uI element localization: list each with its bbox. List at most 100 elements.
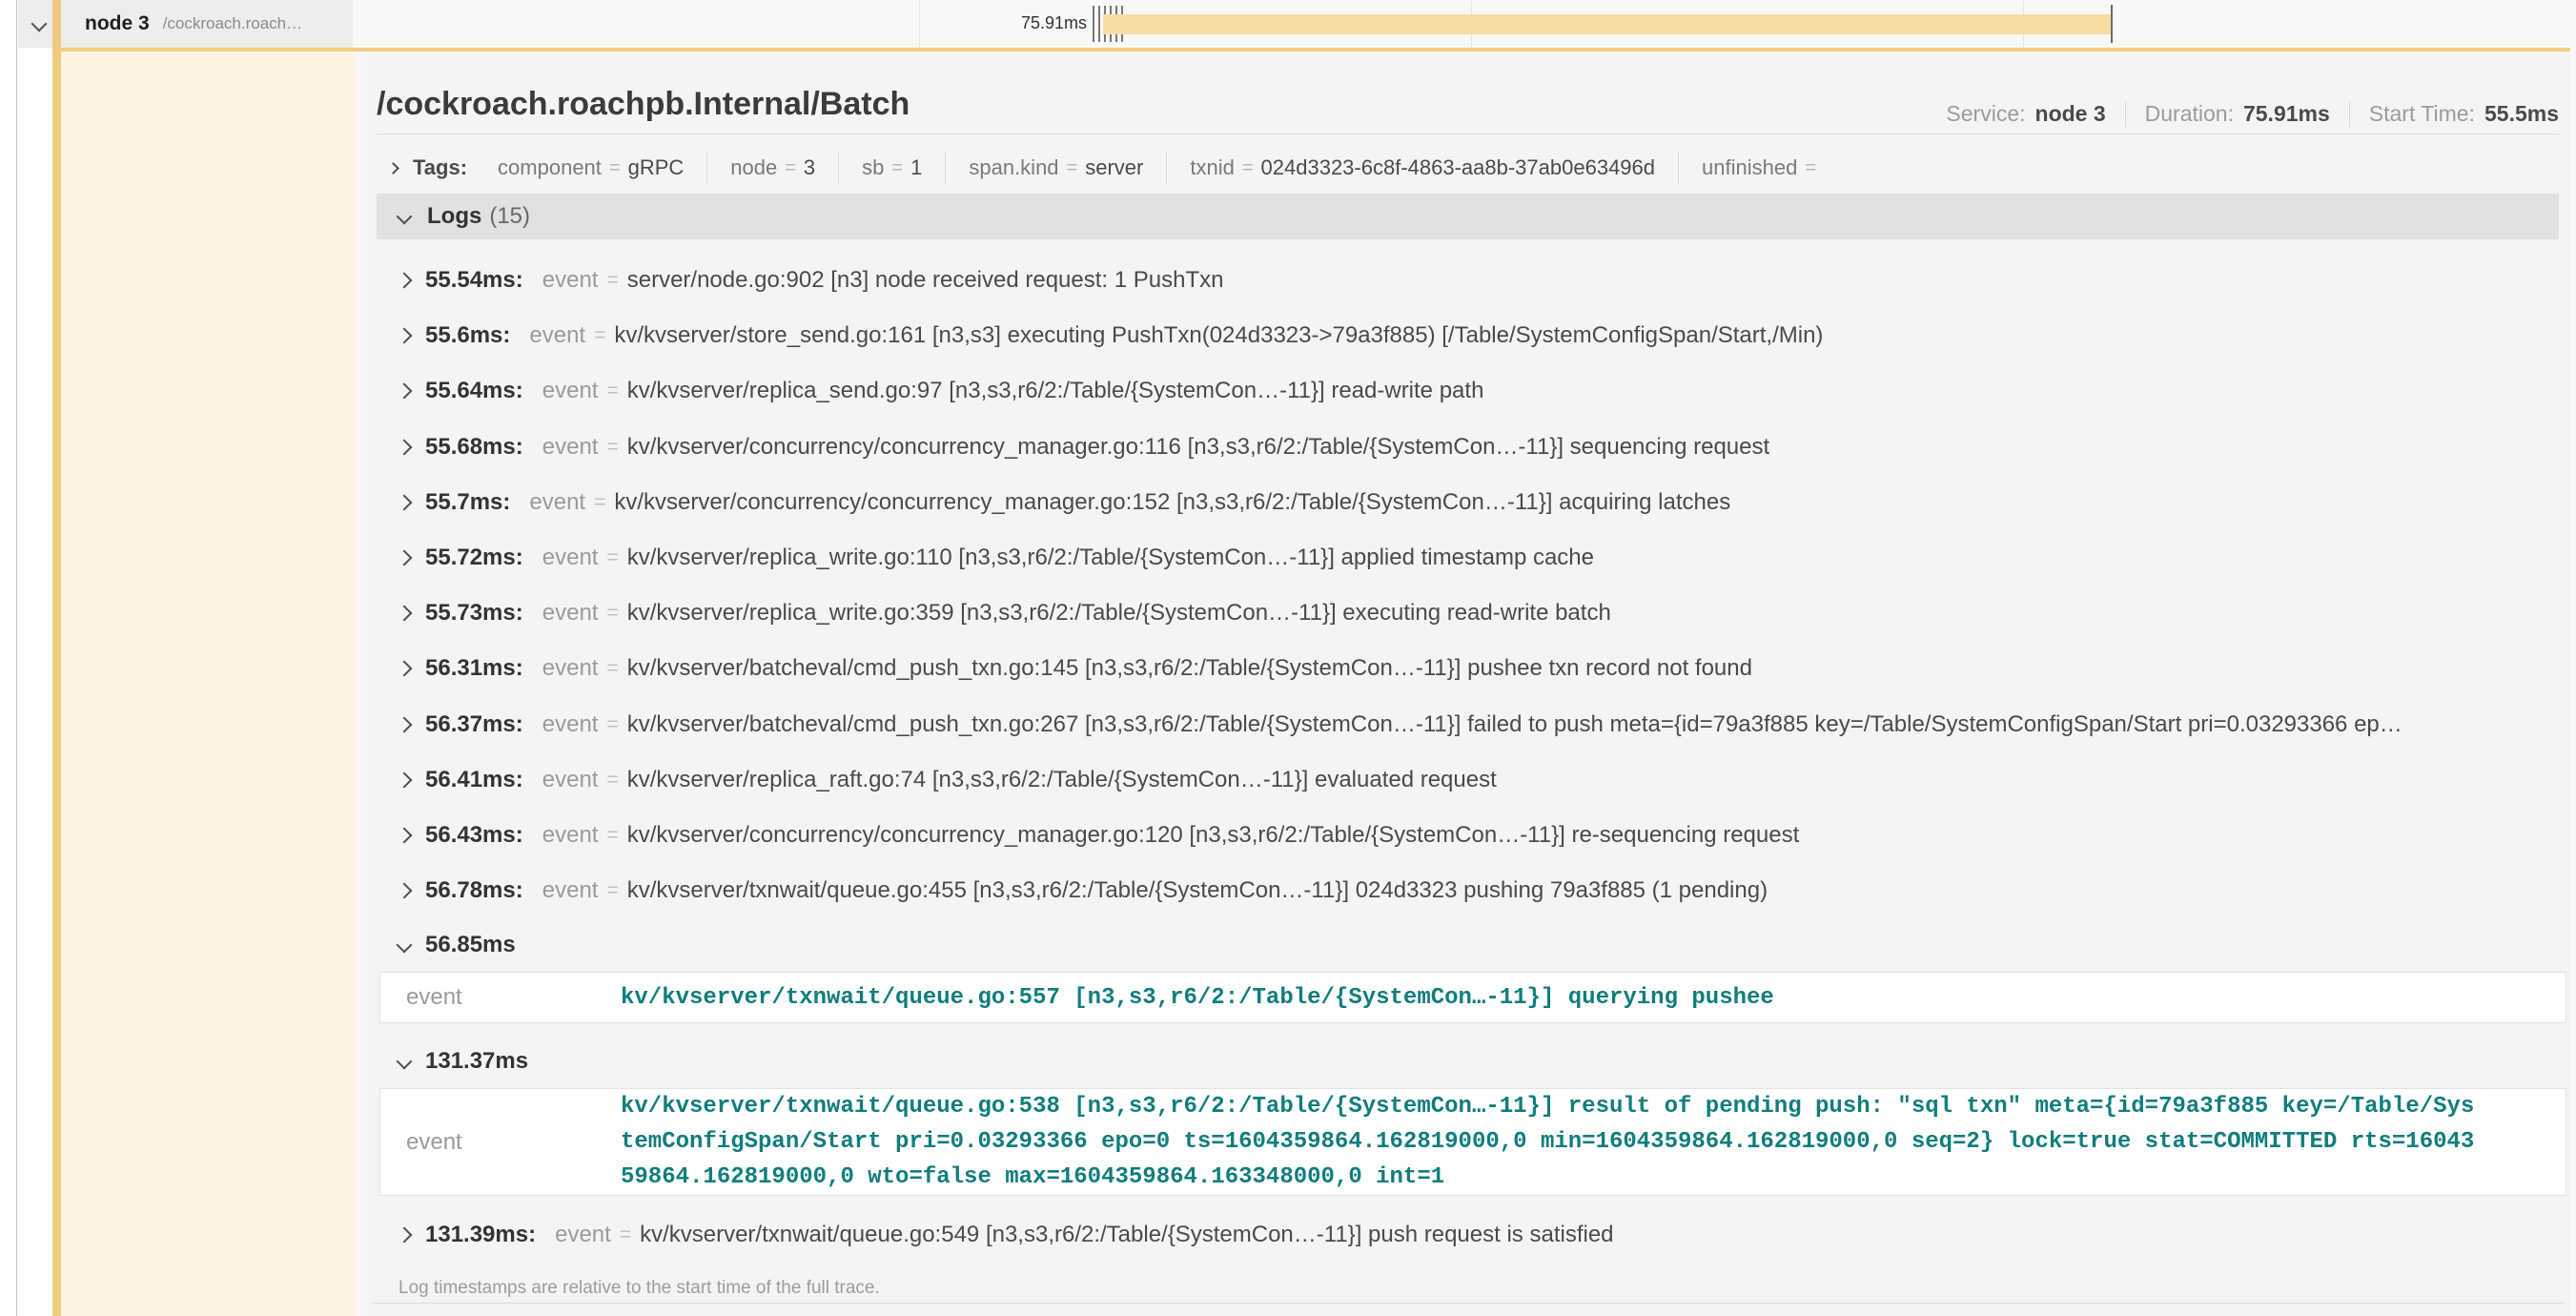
tag-item[interactable]: unfinished =: [1678, 152, 1847, 184]
chevron-right-icon: [397, 661, 413, 677]
equals-sign: =: [606, 269, 618, 292]
equals-sign: =: [606, 824, 618, 847]
equals-sign: =: [606, 436, 618, 459]
equals-sign: =: [606, 713, 618, 736]
logs-footer-note: Log timestamps are relative to the start…: [379, 1278, 2566, 1299]
log-message: kv/kvserver/txnwait/queue.go:549 [n3,s3,…: [640, 1222, 1613, 1248]
duration-label: Duration:: [2145, 101, 2234, 127]
tag-item[interactable]: node = 3: [706, 152, 838, 184]
log-message: kv/kvserver/replica_write.go:110 [n3,s3,…: [627, 545, 1594, 571]
log-message: kv/kvserver/concurrency/concurrency_mana…: [627, 822, 1800, 849]
log-entry-expanded: 56.85ms event kv/kvserver/txnwait/queue.…: [379, 918, 2566, 1023]
tag-value: server: [1085, 155, 1143, 180]
log-field-value: kv/kvserver/txnwait/queue.go:538 [n3,s3,…: [621, 1089, 2480, 1195]
log-row[interactable]: 55.54ms: event = server/node.go:902 [n3]…: [379, 253, 2566, 308]
log-row[interactable]: 55.73ms: event = kv/kvserver/replica_wri…: [379, 586, 2566, 641]
left-gutter: [0, 0, 52, 1316]
service-value: node 3: [2035, 101, 2106, 127]
log-message: server/node.go:902 [n3] node received re…: [627, 267, 1224, 294]
tags-section-toggle[interactable]: Tags: component = gRPC node = 3 sb = 1 s…: [389, 151, 1847, 185]
log-timestamp: 55.64ms:: [425, 378, 523, 404]
gutter-divider-line: [16, 0, 17, 1316]
span-operation-name: /cockroach.roach…: [163, 14, 302, 33]
chevron-right-icon: [397, 273, 413, 289]
log-row[interactable]: 55.72ms: event = kv/kvserver/replica_wri…: [379, 530, 2566, 586]
log-row-expanded-toggle[interactable]: 56.85ms: [379, 918, 2566, 972]
timeline-gridline: [919, 0, 920, 48]
service-label: Service:: [1946, 101, 2025, 127]
log-field-key: event: [542, 267, 599, 294]
equals-sign: =: [620, 1223, 631, 1246]
equals-sign: =: [594, 491, 605, 514]
meta-separator: [2125, 102, 2126, 127]
chevron-right-icon: [397, 716, 413, 732]
tag-key: txnid: [1190, 155, 1234, 180]
tag-key: node: [730, 155, 777, 180]
log-row[interactable]: 56.31ms: event = kv/kvserver/batcheval/c…: [379, 641, 2566, 696]
tag-value: gRPC: [628, 155, 685, 180]
log-message: kv/kvserver/batcheval/cmd_push_txn.go:14…: [627, 655, 1752, 682]
logs-section-toggle[interactable]: Logs (15): [377, 194, 2559, 239]
log-message: kv/kvserver/store_send.go:161 [n3,s3] ex…: [614, 322, 1823, 349]
log-field-key: event: [542, 545, 599, 571]
chevron-right-icon: [397, 383, 413, 400]
log-row[interactable]: 55.68ms: event = kv/kvserver/concurrency…: [379, 420, 2566, 475]
tag-item[interactable]: component = gRPC: [475, 152, 706, 184]
tag-value: 1: [910, 155, 922, 180]
log-row[interactable]: 131.39ms: event = kv/kvserver/txnwait/qu…: [379, 1207, 2566, 1263]
chevron-right-icon: [397, 328, 413, 344]
log-row[interactable]: 55.7ms: event = kv/kvserver/concurrency/…: [379, 475, 2566, 530]
chevron-down-icon: [397, 937, 413, 954]
log-row[interactable]: 56.78ms: event = kv/kvserver/txnwait/que…: [379, 863, 2566, 918]
span-service-name: node 3: [85, 12, 150, 35]
log-timestamp: 56.43ms:: [425, 822, 523, 849]
chevron-right-icon: [397, 883, 413, 899]
start-time-label: Start Time:: [2369, 101, 2475, 127]
span-detail-title: /cockroach.roachpb.Internal/Batch: [377, 86, 910, 123]
tag-item[interactable]: span.kind = server: [945, 152, 1166, 184]
tag-key: component: [498, 155, 602, 180]
log-timestamp: 131.37ms: [425, 1048, 528, 1075]
log-field-key: event: [542, 655, 599, 682]
chevron-right-icon: [397, 606, 413, 622]
log-row[interactable]: 55.64ms: event = kv/kvserver/replica_sen…: [379, 363, 2566, 419]
log-message: kv/kvserver/concurrency/concurrency_mana…: [627, 434, 1769, 461]
log-timestamp: 55.68ms:: [425, 434, 523, 461]
tag-value: 3: [804, 155, 815, 180]
log-message: kv/kvserver/batcheval/cmd_push_txn.go:26…: [627, 711, 2402, 738]
tag-item[interactable]: sb = 1: [838, 152, 945, 184]
span-detail-meta: Service: node 3 Duration: 75.91ms Start …: [1946, 101, 2559, 127]
log-timestamp: 56.41ms:: [425, 767, 523, 793]
log-row[interactable]: 56.43ms: event = kv/kvserver/concurrency…: [379, 808, 2566, 863]
duration-value: 75.91ms: [2243, 101, 2330, 127]
span-name-cell[interactable]: node 3 /cockroach.roach…: [18, 0, 353, 48]
log-entry-expanded: 131.37ms event kv/kvserver/txnwait/queue…: [379, 1035, 2566, 1196]
tags-list: component = gRPC node = 3 sb = 1 span.ki…: [475, 152, 1847, 184]
log-row[interactable]: 56.37ms: event = kv/kvserver/batcheval/c…: [379, 697, 2566, 752]
log-field-key: event: [555, 1222, 611, 1248]
log-row-expanded-toggle[interactable]: 131.37ms: [379, 1035, 2566, 1088]
tag-item[interactable]: txnid = 024d3323-6c8f-4863-aa8b-37ab0e63…: [1166, 152, 1678, 184]
span-duration-bar[interactable]: [1103, 14, 2112, 34]
equals-sign: =: [1242, 157, 1254, 179]
chevron-right-icon: [397, 1227, 413, 1244]
log-field-key: event: [406, 1129, 621, 1156]
log-timestamp: 55.72ms:: [425, 545, 523, 571]
equals-sign: =: [891, 157, 903, 179]
equals-sign: =: [606, 879, 618, 902]
selected-row-highlight-column: [61, 51, 355, 1316]
log-message: kv/kvserver/replica_raft.go:74 [n3,s3,r6…: [627, 767, 1497, 793]
equals-sign: =: [606, 602, 618, 625]
chevron-right-icon: [397, 771, 413, 788]
span-detail-panel: /cockroach.roachpb.Internal/Batch Servic…: [367, 51, 2570, 1316]
tag-value: 024d3323-6c8f-4863-aa8b-37ab0e63496d: [1261, 155, 1655, 180]
log-timestamp: 56.31ms:: [425, 655, 523, 682]
tag-key: span.kind: [969, 155, 1058, 180]
log-row[interactable]: 55.6ms: event = kv/kvserver/store_send.g…: [379, 308, 2566, 363]
equals-sign: =: [785, 157, 796, 179]
log-row[interactable]: 56.41ms: event = kv/kvserver/replica_raf…: [379, 752, 2566, 808]
log-field-key: event: [542, 600, 599, 627]
log-message: kv/kvserver/replica_send.go:97 [n3,s3,r6…: [627, 378, 1484, 404]
tag-key: unfinished: [1702, 155, 1797, 180]
panel-bottom-divider: [373, 1303, 2565, 1304]
